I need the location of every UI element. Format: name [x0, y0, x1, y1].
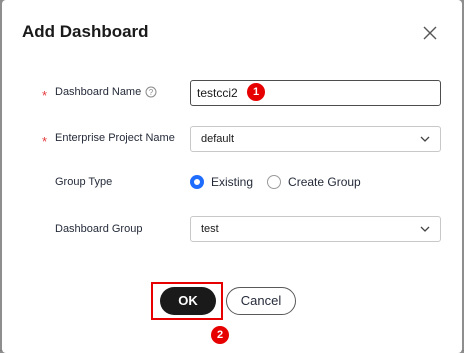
chevron-down-icon [420, 226, 430, 232]
group-type-label: Group Type [55, 176, 112, 188]
step-2-badge: 2 [211, 326, 229, 344]
dashboard-name-label: Dashboard Name ? [55, 86, 157, 98]
dashboard-name-input[interactable] [190, 80, 441, 106]
close-icon[interactable] [422, 25, 438, 41]
step-1-badge: 1 [247, 83, 265, 101]
radio-checked-icon [190, 175, 204, 189]
dashboard-group-value: test [201, 223, 219, 235]
radio-create-group-label: Create Group [288, 175, 361, 189]
enterprise-project-value: default [201, 133, 235, 145]
cancel-button[interactable]: Cancel [226, 287, 296, 315]
group-type-label-text: Group Type [55, 176, 113, 188]
dashboard-group-label-text: Dashboard Group [55, 223, 143, 235]
help-icon[interactable]: ? [145, 86, 157, 98]
add-dashboard-dialog: Add Dashboard * Dashboard Name ? 1 * Ent… [2, 0, 462, 353]
enterprise-project-label-text: Enterprise Project Name [55, 132, 175, 144]
svg-text:?: ? [149, 88, 154, 97]
chevron-down-icon [420, 136, 430, 142]
dashboard-group-label: Dashboard Group [55, 223, 142, 235]
enterprise-project-select[interactable]: default [190, 126, 441, 152]
required-mark: * [42, 88, 48, 103]
enterprise-project-label: Enterprise Project Name [55, 132, 175, 144]
dashboard-group-select[interactable]: test [190, 216, 441, 242]
radio-existing-label: Existing [211, 175, 254, 189]
radio-existing[interactable]: Existing [190, 175, 253, 189]
radio-unchecked-icon [267, 175, 282, 189]
required-mark: * [42, 134, 48, 149]
dialog-title: Add Dashboard [22, 22, 149, 41]
radio-create-group[interactable]: Create Group [267, 175, 361, 189]
dashboard-name-label-text: Dashboard Name [55, 86, 142, 98]
group-type-radio-group: Existing Create Group [190, 175, 375, 189]
ok-button[interactable]: OK [160, 287, 216, 315]
